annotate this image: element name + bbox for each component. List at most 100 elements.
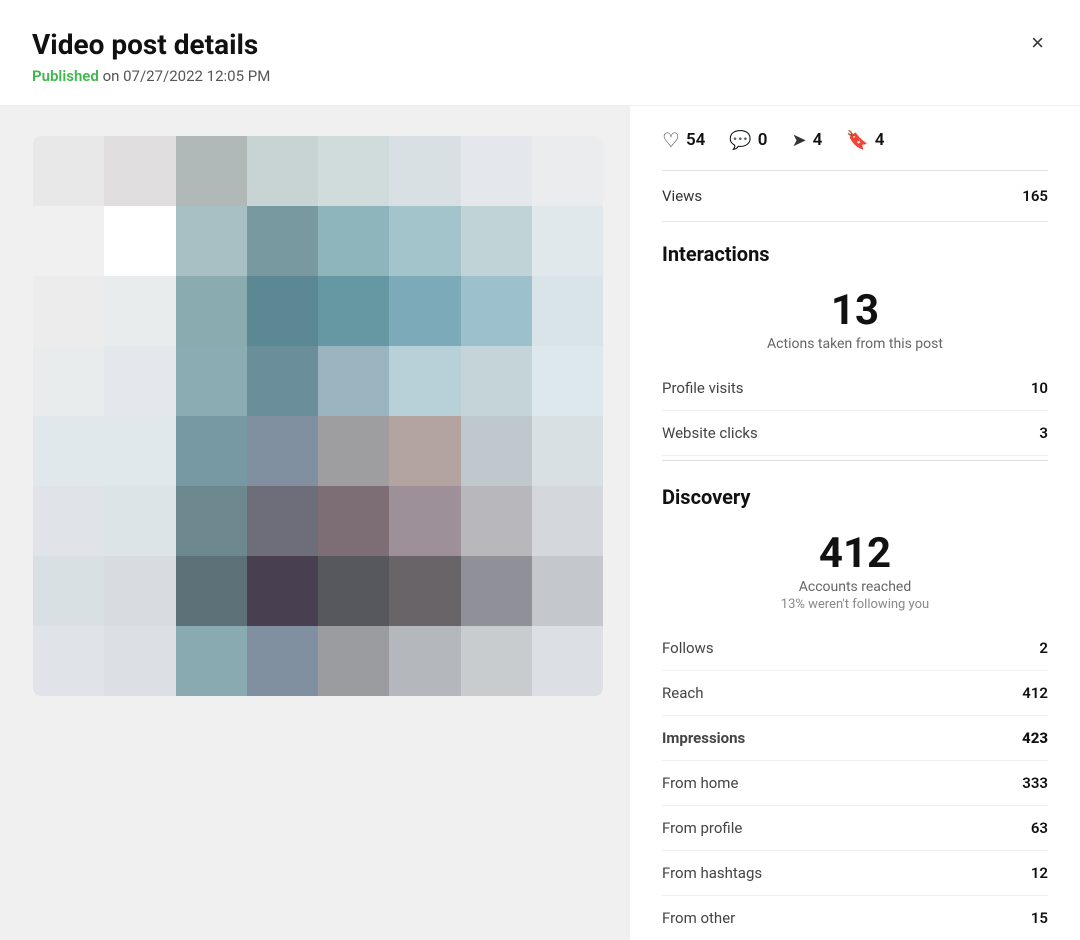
mosaic-cell <box>247 206 318 276</box>
profile-visits-value: 10 <box>1031 379 1048 397</box>
mosaic-cell <box>247 486 318 556</box>
mosaic-cell <box>104 416 175 486</box>
mosaic-cell <box>318 556 389 626</box>
shares-count: 4 <box>813 130 823 150</box>
interactions-big-number: 13 <box>662 288 1048 334</box>
mosaic-cell <box>104 626 175 696</box>
mosaic-cell <box>33 486 104 556</box>
heart-icon: ♡ <box>662 128 680 152</box>
mosaic-cell <box>532 136 603 206</box>
mosaic-cell <box>247 136 318 206</box>
mosaic-cell <box>461 416 532 486</box>
from-profile-value: 63 <box>1031 819 1048 837</box>
discovery-big-sublabel: 13% weren't following you <box>662 597 1048 612</box>
mosaic-cell <box>176 136 247 206</box>
mosaic-cell <box>104 206 175 276</box>
from-home-row: From home 333 <box>662 761 1048 806</box>
from-other-value: 15 <box>1031 909 1048 927</box>
header: Video post details Published on 07/27/20… <box>0 0 1080 106</box>
mosaic-cell <box>461 486 532 556</box>
mosaic-cell <box>461 206 532 276</box>
right-panel: ♡ 54 💬 0 ➤ 4 🔖 4 Views 165 <box>630 106 1080 940</box>
mosaic-cell <box>461 346 532 416</box>
main-content: ♡ 54 💬 0 ➤ 4 🔖 4 Views 165 <box>0 106 1080 940</box>
header-subtitle: Published on 07/27/2022 12:05 PM <box>32 67 1048 85</box>
mosaic-cell <box>104 346 175 416</box>
from-home-value: 333 <box>1022 774 1048 792</box>
from-hashtags-label: From hashtags <box>662 864 762 882</box>
likes-item: ♡ 54 <box>662 128 705 152</box>
views-label: Views <box>662 187 702 205</box>
mosaic-cell <box>532 416 603 486</box>
mosaic-cell <box>247 276 318 346</box>
mosaic-cell <box>176 346 247 416</box>
mosaic-cell <box>318 136 389 206</box>
mosaic-cell <box>247 416 318 486</box>
discovery-big-number: 412 <box>662 531 1048 577</box>
mosaic-cell <box>176 486 247 556</box>
mosaic-cell <box>33 626 104 696</box>
comment-icon: 💬 <box>729 130 751 151</box>
date-text: on 07/27/2022 12:05 PM <box>103 67 271 85</box>
mosaic-cell <box>532 206 603 276</box>
mosaic-cell <box>247 556 318 626</box>
mosaic-cell <box>176 556 247 626</box>
reach-label: Reach <box>662 684 703 702</box>
from-hashtags-value: 12 <box>1031 864 1048 882</box>
profile-visits-label: Profile visits <box>662 379 744 397</box>
mosaic-cell <box>532 346 603 416</box>
comments-item: 💬 0 <box>729 130 767 151</box>
from-hashtags-row: From hashtags 12 <box>662 851 1048 896</box>
left-panel <box>0 106 630 940</box>
mosaic-cell <box>461 136 532 206</box>
mosaic-cell <box>461 276 532 346</box>
mosaic-cell <box>318 626 389 696</box>
section-divider <box>662 460 1048 461</box>
mosaic-cell <box>389 206 460 276</box>
page-container: Video post details Published on 07/27/20… <box>0 0 1080 940</box>
mosaic-cell <box>104 486 175 556</box>
published-label: Published <box>32 67 99 85</box>
impressions-value: 423 <box>1022 729 1048 747</box>
bookmarks-count: 4 <box>875 130 885 150</box>
comments-count: 0 <box>758 130 768 150</box>
mosaic-cell <box>104 276 175 346</box>
mosaic-cell <box>104 556 175 626</box>
mosaic-cell <box>318 346 389 416</box>
mosaic-cell <box>389 626 460 696</box>
discovery-section-title: Discovery <box>662 465 1048 521</box>
bookmark-icon: 🔖 <box>846 130 868 151</box>
mosaic-cell <box>532 276 603 346</box>
mosaic-cell <box>176 206 247 276</box>
mosaic-cell <box>176 416 247 486</box>
bookmarks-item: 🔖 4 <box>846 130 884 151</box>
follows-label: Follows <box>662 639 714 657</box>
mosaic-cell <box>532 556 603 626</box>
mosaic-cell <box>247 626 318 696</box>
website-clicks-label: Website clicks <box>662 424 758 442</box>
mosaic-cell <box>104 136 175 206</box>
mosaic-cell <box>318 206 389 276</box>
shares-item: ➤ 4 <box>792 130 823 151</box>
close-button[interactable]: × <box>1027 28 1048 58</box>
from-other-row: From other 15 <box>662 896 1048 940</box>
share-icon: ➤ <box>792 130 807 151</box>
interactions-section-title: Interactions <box>662 222 1048 278</box>
from-home-label: From home <box>662 774 738 792</box>
mosaic-cell <box>532 486 603 556</box>
impressions-label: Impressions <box>662 729 745 747</box>
website-clicks-row: Website clicks 3 <box>662 411 1048 456</box>
views-value: 165 <box>1022 187 1048 205</box>
engagement-row: ♡ 54 💬 0 ➤ 4 🔖 4 <box>662 106 1048 171</box>
mosaic-cell <box>33 206 104 276</box>
from-profile-label: From profile <box>662 819 742 837</box>
mosaic-cell <box>176 626 247 696</box>
mosaic-cell <box>318 486 389 556</box>
website-clicks-value: 3 <box>1039 424 1048 442</box>
mosaic-cell <box>33 416 104 486</box>
discovery-big-label: Accounts reached <box>662 579 1048 595</box>
page-title: Video post details <box>32 28 1048 61</box>
interactions-big-stat: 13 Actions taken from this post <box>662 278 1048 366</box>
mosaic-cell <box>389 486 460 556</box>
mosaic-cell <box>461 626 532 696</box>
